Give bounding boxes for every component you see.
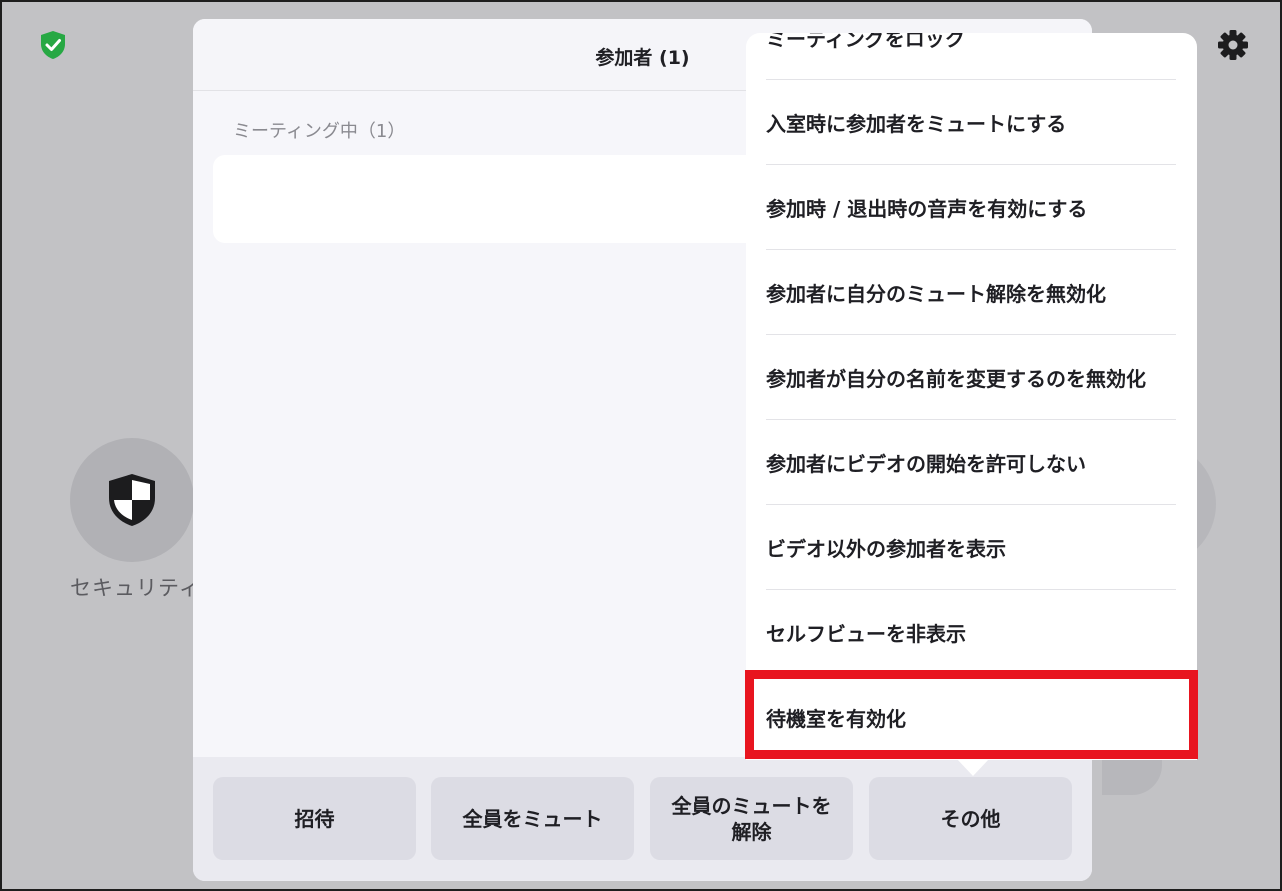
menu-item-join-leave-sound[interactable]: 参加時 / 退出時の音声を有効にする: [766, 165, 1176, 250]
more-button[interactable]: その他: [869, 777, 1072, 860]
menu-item-lock-meeting[interactable]: ミーティングをロック: [766, 33, 1176, 80]
unmute-all-button[interactable]: 全員のミュートを 解除: [650, 777, 853, 860]
gear-icon[interactable]: [1216, 28, 1250, 62]
security-label: セキュリティ: [70, 576, 201, 600]
mute-all-button[interactable]: 全員をミュート: [431, 777, 634, 860]
menu-pointer-arrow: [956, 758, 990, 776]
menu-item-mute-on-entry[interactable]: 入室時に参加者をミュートにする: [766, 80, 1176, 165]
menu-item-show-non-video[interactable]: ビデオ以外の参加者を表示: [766, 505, 1176, 590]
highlight-box: [745, 670, 1198, 759]
menu-item-hide-self-view[interactable]: セルフビューを非表示: [766, 590, 1176, 675]
in-meeting-section-label: ミーティング中（1）: [233, 121, 406, 142]
menu-item-disable-self-unmute[interactable]: 参加者に自分のミュート解除を無効化: [766, 250, 1176, 335]
shield-check-icon[interactable]: [39, 30, 67, 60]
security-shield-icon: [109, 474, 155, 526]
menu-item-disallow-video[interactable]: 参加者にビデオの開始を許可しない: [766, 420, 1176, 505]
menu-item-disable-rename[interactable]: 参加者が自分の名前を変更するのを無効化: [766, 335, 1176, 420]
security-button[interactable]: [70, 438, 194, 562]
more-options-menu: ミーティングをロック 入室時に参加者をミュートにする 参加時 / 退出時の音声を…: [746, 33, 1197, 760]
invite-button[interactable]: 招待: [213, 777, 416, 860]
